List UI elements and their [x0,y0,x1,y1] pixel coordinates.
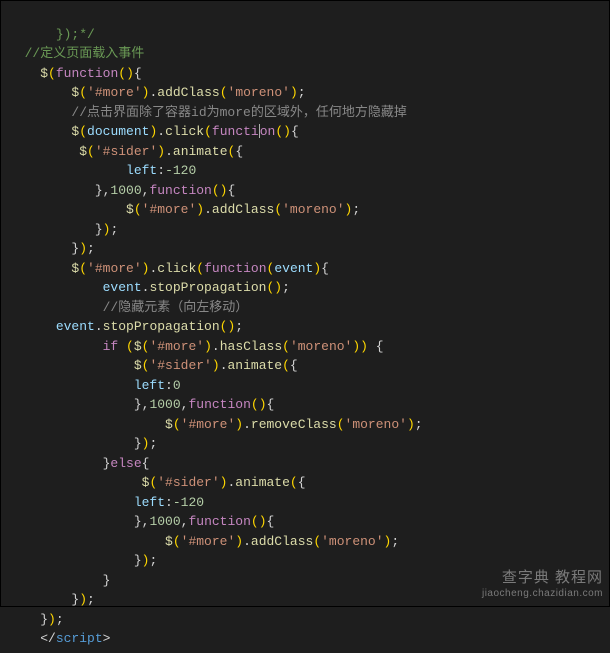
code-line: $('#sider').animate({ [9,358,298,373]
code-line: $('#sider').animate({ [9,144,243,159]
code-line: }); [9,592,95,607]
code-line: });*/ [9,27,95,42]
code-line: } [9,573,110,588]
code-line: $(document).click(function(){ [9,124,299,139]
code-line: left:0 [9,378,181,393]
code-line: },1000,function(){ [9,183,235,198]
code-editor: });*/ //定义页面载入事件 $(function(){ $('#more'… [1,1,609,653]
code-line: },1000,function(){ [9,397,274,412]
code-line: }); [9,241,95,256]
code-line: //隐藏元素（向左移动） [9,300,248,315]
code-line: }else{ [9,456,149,471]
code-line: $('#more').addClass('moreno'); [9,202,360,217]
code-line: event.stopPropagation(); [9,280,290,295]
cursor [259,124,260,138]
code-line: }); [9,222,118,237]
code-line: }); [9,553,157,568]
code-line: $(function(){ [9,66,142,81]
code-line: }); [9,612,64,627]
code-line: }); [9,436,157,451]
code-line: $('#more').addClass('moreno'); [9,534,399,549]
code-line: </script> [9,631,110,646]
code-line: //定义页面载入事件 [9,46,144,61]
code-line: $('#sider').animate({ [9,475,306,490]
code-line: left:-120 [9,495,204,510]
code-line: left:-120 [9,163,196,178]
code-line: if ($('#more').hasClass('moreno')) { [9,339,384,354]
code-line: $('#more').addClass('moreno'); [9,85,306,100]
code-line: $('#more').removeClass('moreno'); [9,417,423,432]
code-line: event.stopPropagation(); [9,319,243,334]
code-line: $('#more').click(function(event){ [9,261,329,276]
code-line: //点击界面除了容器id为more的区域外，任何地方隐藏掉 [9,105,407,120]
code-line: },1000,function(){ [9,514,274,529]
